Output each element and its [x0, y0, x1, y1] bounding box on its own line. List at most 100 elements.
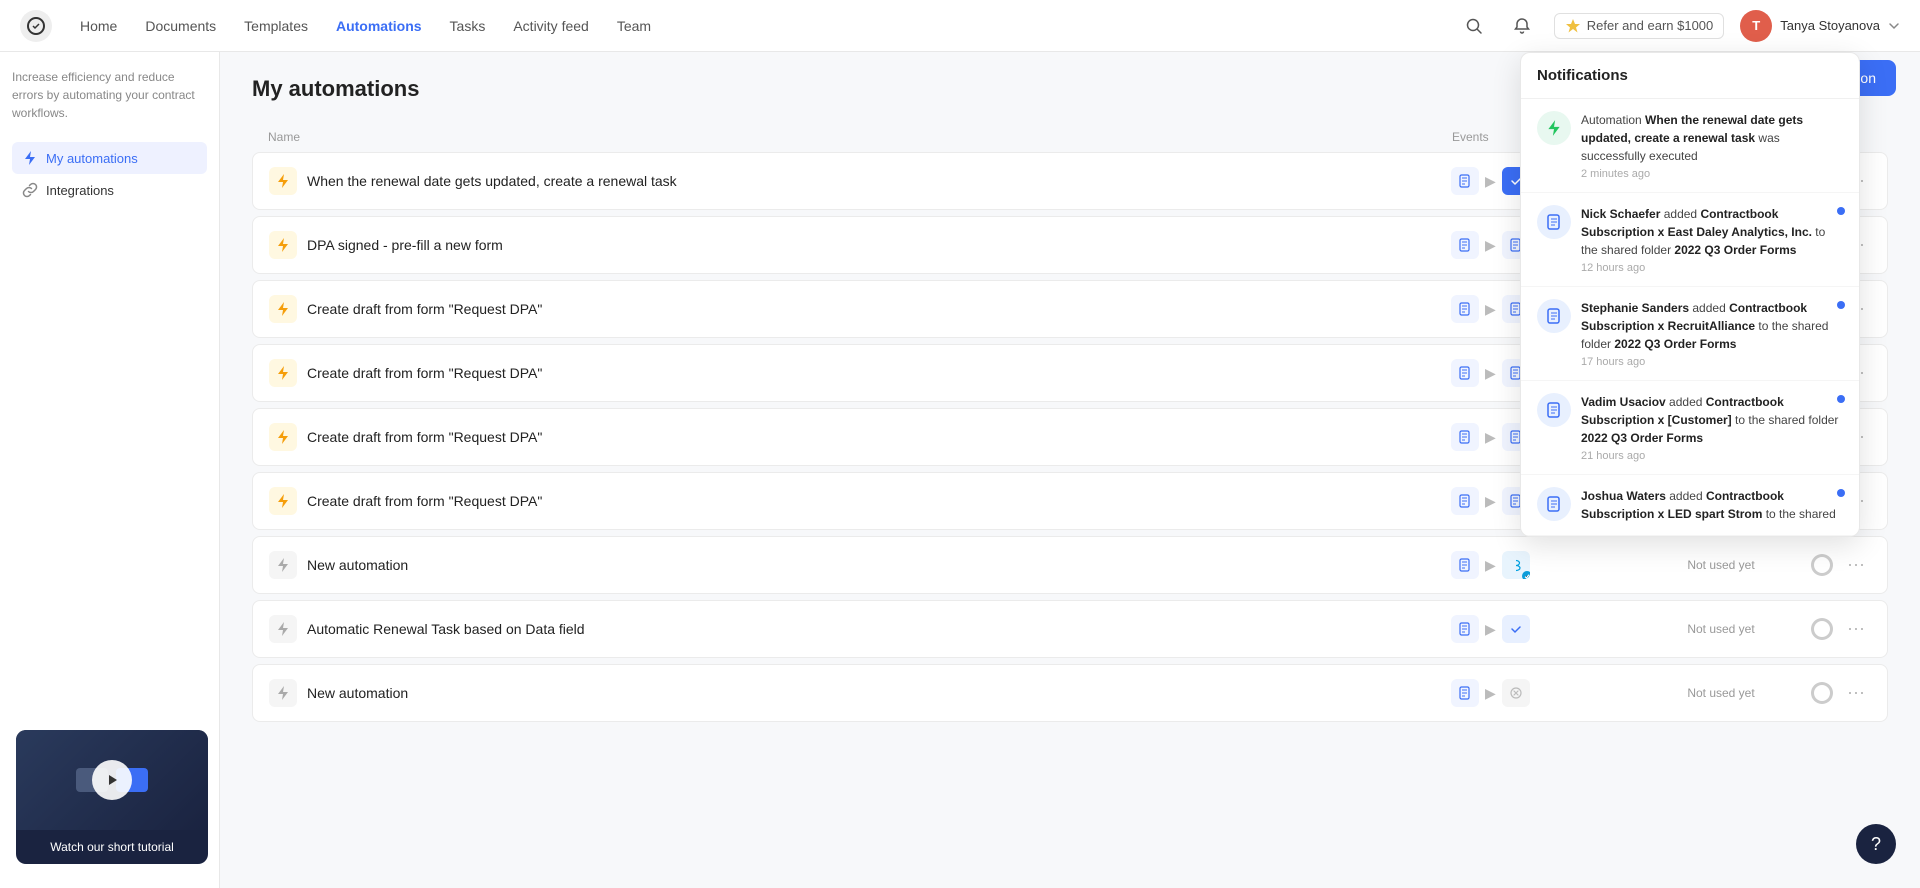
event-check2-icon[interactable]	[1502, 615, 1530, 643]
chevron-down-icon	[1888, 20, 1900, 32]
table-row: Automatic Renewal Task based on Data fie…	[252, 600, 1888, 658]
lightning-row-icon	[275, 685, 291, 701]
notif-content-1: Nick Schaefer added Contractbook Subscri…	[1581, 205, 1843, 274]
usage-label-8: Not used yet	[1687, 686, 1754, 700]
toggle-6[interactable]	[1811, 554, 1833, 576]
event-cancel-icon[interactable]	[1502, 679, 1530, 707]
row-actions-6: ⋯	[1811, 553, 1871, 578]
notif-avatar-3	[1537, 393, 1571, 427]
sidebar-description: Increase efficiency and reduce errors by…	[12, 68, 207, 122]
nav-automations[interactable]: Automations	[324, 12, 434, 40]
toggle-8[interactable]	[1811, 682, 1833, 704]
arrow-icon: ▶	[1485, 173, 1496, 190]
event-doc-icon[interactable]	[1451, 551, 1479, 579]
row-icon-4	[269, 423, 297, 451]
help-button[interactable]: ?	[1856, 824, 1896, 864]
event-doc-icon[interactable]	[1451, 167, 1479, 195]
notif-dot-2	[1837, 301, 1845, 309]
notif-time-1: 12 hours ago	[1581, 262, 1843, 274]
refer-label: Refer and earn $1000	[1587, 18, 1713, 33]
nav-activity-feed[interactable]: Activity feed	[501, 12, 600, 40]
notifications-panel: Notifications Automation When the renewa…	[1520, 52, 1860, 537]
page-title: My automations	[252, 76, 419, 102]
arrow-icon: ▶	[1485, 301, 1496, 318]
notification-item-1: Nick Schaefer added Contractbook Subscri…	[1521, 193, 1859, 287]
usage-label-7: Not used yet	[1687, 622, 1754, 636]
play-icon	[104, 772, 120, 788]
arrow-icon: ▶	[1485, 557, 1496, 574]
row-label-3: Create draft from form "Request DPA"	[307, 365, 542, 381]
event-salesforce-icon[interactable]	[1502, 551, 1530, 579]
search-button[interactable]	[1458, 10, 1490, 42]
row-name-4: Create draft from form "Request DPA"	[269, 423, 1451, 451]
row-name-6: New automation	[269, 551, 1451, 579]
event-doc-icon[interactable]	[1451, 679, 1479, 707]
usage-label-6: Not used yet	[1687, 558, 1754, 572]
notif-content-0: Automation When the renewal date gets up…	[1581, 111, 1843, 180]
notif-dot-3	[1837, 395, 1845, 403]
sidebar-label-my-automations: My automations	[46, 151, 138, 166]
notification-item-2: Stephanie Sanders added Contractbook Sub…	[1521, 287, 1859, 381]
notification-item-0: Automation When the renewal date gets up…	[1521, 99, 1859, 193]
row-status-6: Not used yet	[1631, 558, 1811, 572]
lightning-icon	[22, 150, 38, 166]
notif-time-2: 17 hours ago	[1581, 356, 1843, 368]
event-doc-icon[interactable]	[1451, 487, 1479, 515]
row-icon-7	[269, 615, 297, 643]
tutorial-label: Watch our short tutorial	[16, 830, 208, 864]
nav-documents[interactable]: Documents	[133, 12, 228, 40]
table-row: New automation ▶ Not used yet ⋯	[252, 664, 1888, 722]
event-doc-icon[interactable]	[1451, 359, 1479, 387]
notif-time-0: 2 minutes ago	[1581, 168, 1843, 180]
row-icon-5	[269, 487, 297, 515]
refer-button[interactable]: Refer and earn $1000	[1554, 13, 1724, 39]
row-name-3: Create draft from form "Request DPA"	[269, 359, 1451, 387]
notif-dot-4	[1837, 489, 1845, 497]
more-menu-7[interactable]: ⋯	[1841, 617, 1871, 642]
tutorial-icons-row	[76, 768, 148, 792]
arrow-icon: ▶	[1485, 493, 1496, 510]
notif-text-3: Vadim Usaciov added Contractbook Subscri…	[1581, 393, 1843, 447]
tutorial-video-area[interactable]	[16, 730, 208, 830]
row-label-5: Create draft from form "Request DPA"	[307, 493, 542, 509]
event-doc-icon[interactable]	[1451, 423, 1479, 451]
row-actions-7: ⋯	[1811, 617, 1871, 642]
notif-text-4: Joshua Waters added Contractbook Subscri…	[1581, 487, 1843, 523]
lightning-row-icon	[275, 621, 291, 637]
row-name-2: Create draft from form "Request DPA"	[269, 295, 1451, 323]
row-events-6: ▶	[1451, 551, 1631, 579]
nav-templates[interactable]: Templates	[232, 12, 320, 40]
tutorial-play-button[interactable]	[92, 760, 132, 800]
event-doc-icon[interactable]	[1451, 231, 1479, 259]
row-label-7: Automatic Renewal Task based on Data fie…	[307, 621, 585, 637]
sidebar-label-integrations: Integrations	[46, 183, 114, 198]
row-label-6: New automation	[307, 557, 408, 573]
nav-home[interactable]: Home	[68, 12, 129, 40]
nav-tasks[interactable]: Tasks	[438, 12, 498, 40]
row-label-1: DPA signed - pre-fill a new form	[307, 237, 503, 253]
event-doc-icon[interactable]	[1451, 295, 1479, 323]
more-menu-8[interactable]: ⋯	[1841, 681, 1871, 706]
notif-content-2: Stephanie Sanders added Contractbook Sub…	[1581, 299, 1843, 368]
more-menu-6[interactable]: ⋯	[1841, 553, 1871, 578]
sidebar-item-my-automations[interactable]: My automations	[12, 142, 207, 174]
notifications-title: Notifications	[1521, 53, 1859, 99]
notif-content-3: Vadim Usaciov added Contractbook Subscri…	[1581, 393, 1843, 462]
row-name-8: New automation	[269, 679, 1451, 707]
row-status-7: Not used yet	[1631, 622, 1811, 636]
arrow-icon: ▶	[1485, 365, 1496, 382]
user-avatar: T	[1740, 10, 1772, 42]
user-menu[interactable]: T Tanya Stoyanova	[1740, 10, 1900, 42]
sidebar-item-integrations[interactable]: Integrations	[12, 174, 207, 206]
notifications-button[interactable]	[1506, 10, 1538, 42]
nav-team[interactable]: Team	[605, 12, 663, 40]
toggle-7[interactable]	[1811, 618, 1833, 640]
row-icon-3	[269, 359, 297, 387]
row-label-4: Create draft from form "Request DPA"	[307, 429, 542, 445]
row-icon-1	[269, 231, 297, 259]
arrow-icon: ▶	[1485, 237, 1496, 254]
row-icon-6	[269, 551, 297, 579]
user-name: Tanya Stoyanova	[1780, 18, 1880, 33]
lightning-row-icon	[275, 429, 291, 445]
event-doc-icon[interactable]	[1451, 615, 1479, 643]
